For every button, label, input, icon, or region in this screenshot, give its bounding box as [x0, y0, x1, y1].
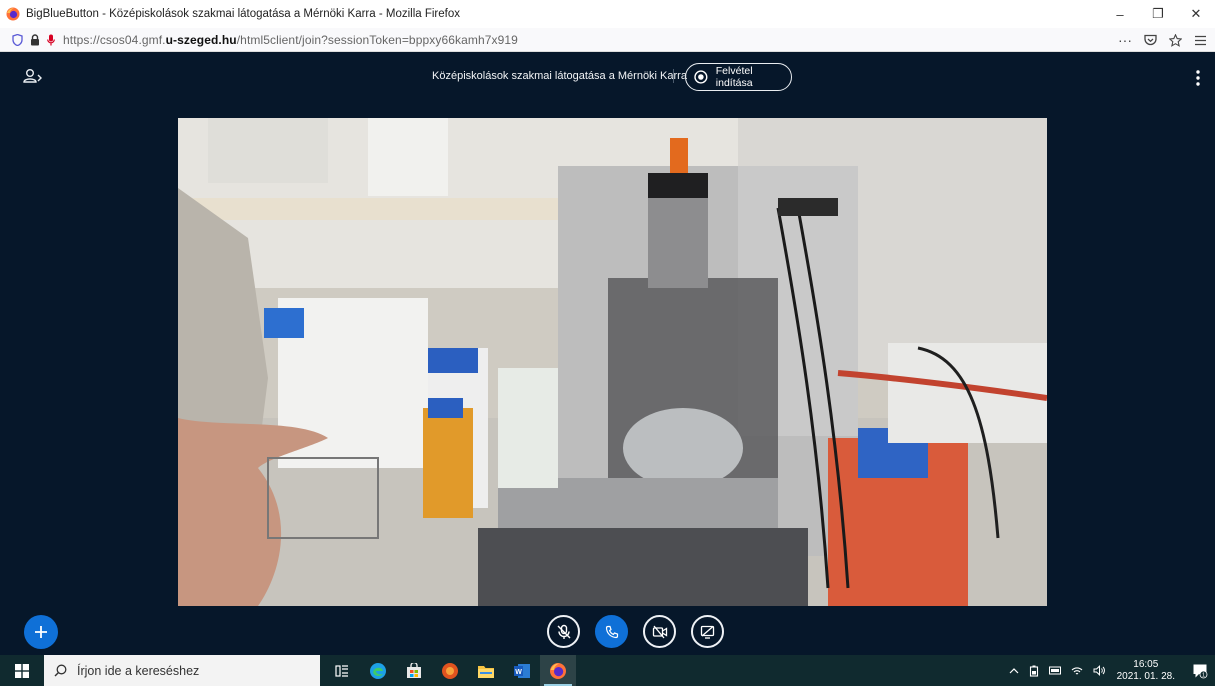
windows-logo-icon	[15, 663, 29, 678]
bookmark-star-icon[interactable]	[1169, 33, 1182, 47]
media-action-bar	[547, 615, 724, 648]
leave-audio-button[interactable]	[595, 615, 628, 648]
store-icon	[407, 662, 421, 678]
pocket-icon[interactable]	[1144, 34, 1157, 46]
search-placeholder: Írjon ide a kereséshez	[77, 663, 200, 678]
word-button[interactable]: W	[504, 655, 540, 686]
shield-icon[interactable]	[12, 33, 23, 46]
firefox-taskbar-button[interactable]	[540, 655, 576, 686]
taskbar-clock[interactable]: 16:05 2021. 01. 28.	[1117, 659, 1175, 683]
screen: BigBlueButton - Középiskolások szakmai l…	[0, 0, 1215, 686]
word-icon: W	[514, 663, 530, 678]
store-button[interactable]	[396, 655, 432, 686]
options-menu-icon[interactable]	[1190, 68, 1206, 88]
system-tray: 16:05 2021. 01. 28. 1	[1004, 655, 1215, 686]
firefox-logo-icon	[6, 7, 20, 21]
mute-button[interactable]	[547, 615, 580, 648]
search-icon	[54, 664, 67, 677]
url-path: /html5client/join?sessionToken=bppxy66ka…	[236, 32, 518, 47]
battery-icon[interactable]	[1029, 665, 1039, 677]
taskbar-search-box[interactable]: Írjon ide a kereséshez	[44, 655, 320, 686]
url-domain: u-szeged.hu	[165, 32, 237, 47]
start-recording-button[interactable]: Felvétel indítása	[685, 63, 792, 91]
bbb-app: Középiskolások szakmai látogatása a Mérn…	[0, 52, 1215, 655]
svg-text:W: W	[515, 669, 522, 676]
meeting-topbar: Középiskolások szakmai látogatása a Mérn…	[0, 52, 1215, 102]
firefox-icon	[550, 662, 566, 679]
microphone-muted-icon	[557, 624, 570, 639]
notification-count: 1	[1202, 672, 1205, 678]
media-icon	[442, 662, 458, 679]
taskbar-apps: W	[324, 655, 576, 686]
share-screen-button[interactable]	[691, 615, 724, 648]
plus-icon	[35, 626, 47, 638]
url-bar-icons	[12, 33, 55, 46]
file-explorer-icon	[478, 665, 494, 678]
webcam-video[interactable]	[178, 118, 1047, 606]
browser-titlebar: BigBlueButton - Középiskolások szakmai l…	[0, 0, 1215, 28]
video-frame	[178, 118, 1047, 606]
url-bar[interactable]: https://csos04.gmf.u-szeged.hu/html5clie…	[0, 28, 1215, 52]
window-title: BigBlueButton - Középiskolások szakmai l…	[26, 8, 460, 20]
share-webcam-button[interactable]	[643, 615, 676, 648]
edge-icon	[370, 662, 386, 679]
tray-overflow-chevron-icon[interactable]	[1009, 667, 1019, 674]
hamburger-menu-icon[interactable]	[1194, 35, 1207, 46]
record-label: Felvétel indítása	[715, 65, 753, 89]
wifi-icon[interactable]	[1071, 665, 1083, 676]
url-text[interactable]: https://csos04.gmf.u-szeged.hu/html5clie…	[63, 33, 518, 47]
title-divider	[673, 69, 674, 83]
clock-time: 16:05	[1133, 658, 1159, 670]
windows-taskbar: Írjon ide a kereséshez W 16:05 2021. 01.…	[0, 655, 1215, 686]
actions-plus-button[interactable]	[24, 615, 58, 649]
action-center-button[interactable]: 1	[1185, 663, 1215, 679]
file-explorer-button[interactable]	[468, 655, 504, 686]
media-app-button[interactable]	[432, 655, 468, 686]
edge-button[interactable]	[360, 655, 396, 686]
volume-icon[interactable]	[1093, 665, 1106, 676]
device-icon[interactable]	[1048, 666, 1061, 675]
microphone-sharing-icon[interactable]	[47, 34, 55, 46]
task-view-button[interactable]	[324, 655, 360, 686]
close-button[interactable]: ✕	[1177, 0, 1215, 28]
users-list-toggle-icon[interactable]	[22, 66, 44, 88]
meeting-title: Középiskolások szakmai látogatása a Mérn…	[432, 70, 687, 82]
record-icon	[694, 70, 708, 84]
browser-toolbar-right: ···	[1118, 28, 1207, 52]
url-prefix: https://csos04.gmf.	[63, 32, 166, 47]
minimize-button[interactable]: –	[1101, 0, 1139, 28]
start-button[interactable]	[0, 655, 44, 686]
window-controls: – ❐ ✕	[1101, 0, 1215, 28]
lock-icon[interactable]	[30, 33, 40, 46]
screen-share-off-icon	[700, 625, 715, 639]
phone-icon	[605, 625, 618, 638]
task-view-icon	[335, 664, 348, 677]
camera-off-icon	[652, 625, 667, 638]
clock-date: 2021. 01. 28.	[1116, 670, 1175, 682]
page-actions-button[interactable]: ···	[1118, 32, 1132, 48]
notification-icon: 1	[1193, 664, 1208, 678]
restore-button[interactable]: ❐	[1139, 0, 1177, 28]
